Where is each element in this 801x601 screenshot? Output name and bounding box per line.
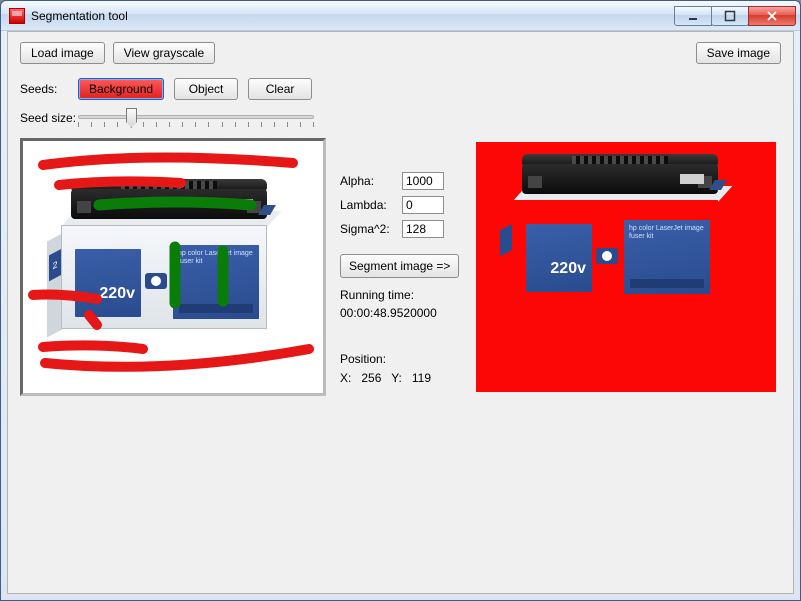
close-button[interactable]	[748, 6, 796, 26]
result-hp-logo-icon	[596, 248, 618, 264]
app-window: Segmentation tool Load image View graysc…	[0, 0, 801, 601]
seeds-label: Seeds:	[20, 82, 78, 96]
position-y-value: 119	[412, 371, 431, 385]
alpha-label: Alpha:	[340, 174, 396, 188]
titlebar[interactable]: Segmentation tool	[1, 1, 800, 31]
result-desc: hp color LaserJet image fuser kit	[624, 220, 710, 246]
seed-size-label: Seed size:	[20, 111, 78, 125]
position-y-label: Y:	[391, 371, 402, 385]
maximize-icon	[724, 10, 736, 22]
running-time-value: 00:00:48.9520000	[340, 304, 437, 322]
source-image-panel[interactable]: 2 220v hp color LaserJet image fuser kit	[20, 138, 326, 396]
sigma-label: Sigma^2:	[340, 222, 396, 236]
position-x-value: 256	[361, 371, 381, 385]
position-label: Position:	[340, 350, 431, 369]
client-area: Load image View grayscale Save image See…	[7, 31, 794, 594]
load-image-button[interactable]: Load image	[20, 42, 105, 64]
window-controls	[675, 6, 796, 26]
slider-ticks	[78, 122, 314, 128]
minimize-icon	[687, 10, 699, 22]
lambda-input[interactable]	[402, 196, 444, 214]
segmentation-result-panel: 220v hp color LaserJet image fuser kit	[476, 142, 776, 392]
seed-size-slider[interactable]	[78, 104, 314, 132]
seed-object-button[interactable]: Object	[174, 78, 238, 100]
maximize-button[interactable]	[711, 6, 749, 26]
seed-background-button[interactable]: Background	[78, 78, 164, 100]
seeds-row: Seeds: Background Object Clear	[20, 78, 322, 100]
segment-image-button[interactable]: Segment image =>	[340, 254, 459, 278]
seed-scribbles	[25, 143, 321, 391]
result-voltage: 220v	[550, 260, 586, 278]
lambda-label: Lambda:	[340, 198, 396, 212]
parameters-panel: Alpha: Lambda: Sigma^2:	[340, 172, 460, 238]
position-x-label: X:	[340, 371, 351, 385]
close-icon	[766, 10, 778, 22]
save-image-button[interactable]: Save image	[696, 42, 781, 64]
cursor-position-display: Position: X: 256 Y: 119	[340, 350, 431, 388]
source-image: 2 220v hp color LaserJet image fuser kit	[25, 143, 321, 391]
seed-clear-button[interactable]: Clear	[248, 78, 312, 100]
seed-size-row: Seed size:	[20, 104, 314, 132]
running-time-label: Running time:	[340, 286, 437, 304]
app-icon	[9, 8, 25, 24]
slider-track	[78, 115, 314, 119]
minimize-button[interactable]	[674, 6, 712, 26]
sigma-input[interactable]	[402, 220, 444, 238]
top-toolbar: Load image View grayscale Save image	[20, 42, 781, 64]
window-title: Segmentation tool	[31, 9, 128, 23]
view-grayscale-button[interactable]: View grayscale	[113, 42, 215, 64]
alpha-input[interactable]	[402, 172, 444, 190]
running-time-display: Running time: 00:00:48.9520000	[340, 286, 437, 322]
